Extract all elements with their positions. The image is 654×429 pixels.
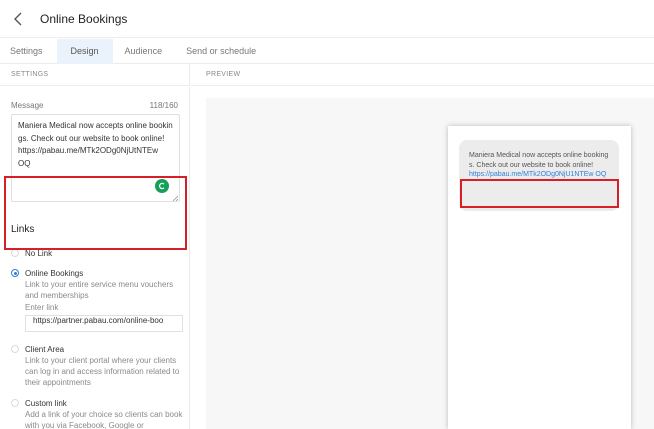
link-url-input[interactable]: https://partner.pabau.com/online-boo bbox=[25, 315, 183, 332]
link-option-online-bookings[interactable]: Online Bookings Link to your entire serv… bbox=[11, 268, 183, 332]
settings-panel: Message 118/160 Maniera Medical now acce… bbox=[0, 87, 190, 429]
settings-section-header: SETTINGS bbox=[0, 64, 190, 86]
character-count: 118/160 bbox=[149, 101, 178, 110]
option-description: Link to your client portal where your cl… bbox=[25, 356, 180, 387]
radio-button[interactable] bbox=[11, 399, 19, 407]
tab-bar: Settings Design Audience Send or schedul… bbox=[0, 39, 654, 64]
page-title: Online Bookings bbox=[40, 11, 128, 26]
option-description: Add a link of your choice so clients can… bbox=[25, 410, 183, 429]
option-label: Client Area bbox=[25, 345, 65, 354]
radio-button[interactable] bbox=[11, 269, 19, 277]
radio-button[interactable] bbox=[11, 345, 19, 353]
link-option-custom-link[interactable]: Custom link Add a link of your choice so… bbox=[11, 398, 183, 429]
link-option-client-area[interactable]: Client Area Link to your client portal w… bbox=[11, 344, 183, 388]
preview-section-header: PREVIEW bbox=[191, 64, 654, 86]
option-description: Link to your entire service menu voucher… bbox=[25, 280, 174, 300]
phone-preview: Maniera Medical now accepts online booki… bbox=[448, 126, 631, 429]
tab-audience[interactable]: Audience bbox=[113, 39, 175, 64]
message-label: Message bbox=[11, 101, 44, 110]
tab-design[interactable]: Design bbox=[56, 39, 113, 64]
tab-send-or-schedule[interactable]: Send or schedule bbox=[174, 39, 268, 64]
enter-link-label: Enter link bbox=[25, 303, 59, 312]
radio-button[interactable] bbox=[11, 249, 19, 257]
tab-settings[interactable]: Settings bbox=[0, 39, 57, 64]
back-button[interactable] bbox=[0, 0, 36, 38]
highlight-box-online-bookings bbox=[4, 176, 187, 250]
sms-message-text: Maniera Medical now accepts online booki… bbox=[469, 152, 609, 169]
option-label: Custom link bbox=[25, 399, 67, 408]
chevron-left-icon bbox=[14, 12, 22, 25]
option-label: Online Bookings bbox=[25, 269, 84, 278]
top-bar: Online Bookings bbox=[0, 0, 654, 38]
highlight-box-preview-link bbox=[460, 179, 619, 208]
